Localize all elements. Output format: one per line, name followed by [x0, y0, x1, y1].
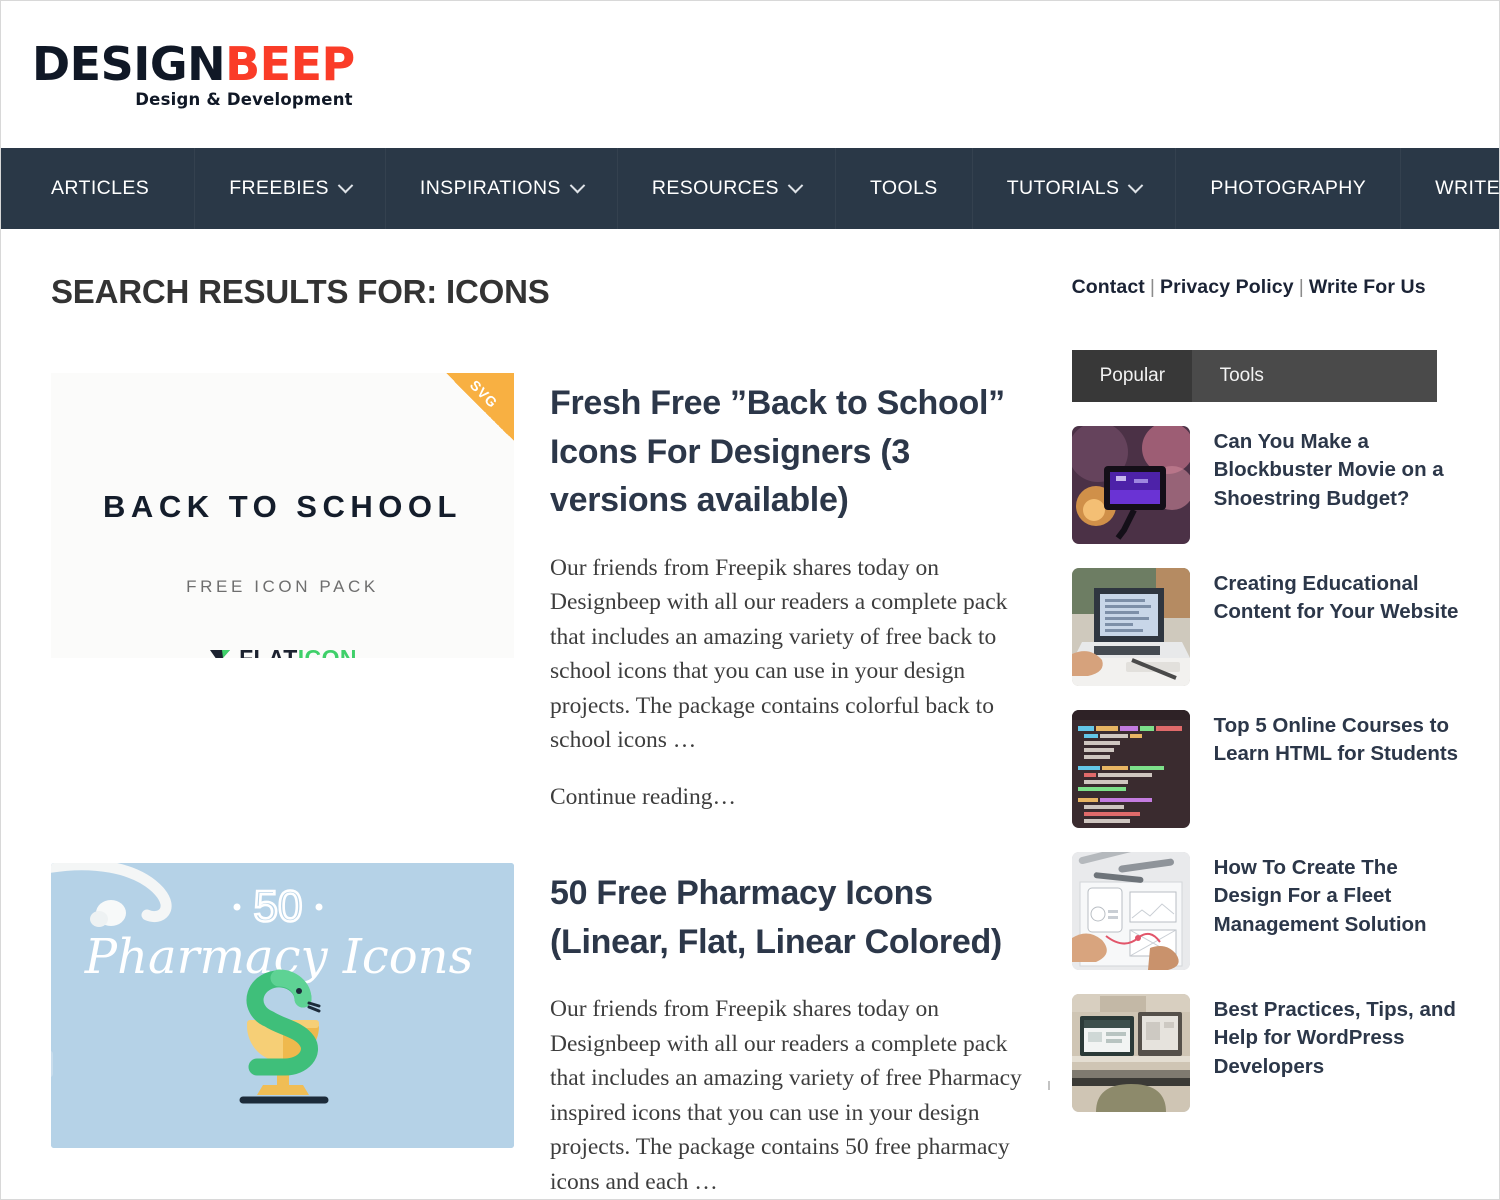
flaticon-logo: FLATICON [208, 645, 357, 658]
popular-item-title[interactable]: Best Practices, Tips, and Help for WordP… [1214, 994, 1467, 1081]
article-thumbnail-wrap[interactable]: 50 Pharmacy Icons [51, 863, 514, 1199]
nav-item-articles[interactable]: ARTICLES [1, 148, 196, 229]
article-excerpt: Our friends from Freepik shares today on… [550, 554, 1008, 754]
nav-item-write-for-us[interactable]: WRITE FOR US [1401, 148, 1500, 229]
flaticon-part2: ICON [297, 645, 357, 658]
nav-item-photography[interactable]: PHOTOGRAPHY [1176, 148, 1402, 229]
chevron-down-icon [569, 177, 586, 194]
popular-item-title[interactable]: Can You Make a Blockbuster Movie on a Sh… [1214, 426, 1467, 513]
article-thumbnail-wrap[interactable]: BACK TO SCHOOL FREE ICON PACK FLATICON S… [51, 373, 514, 811]
popular-item-title[interactable]: How To Create The Design For a Fleet Man… [1214, 852, 1467, 939]
flaticon-mark-icon [210, 649, 231, 658]
tab-tools[interactable]: Tools [1191, 350, 1437, 402]
sidebar-link-contact[interactable]: Contact [1072, 276, 1145, 298]
svg-text:50: 50 [254, 882, 303, 931]
list-item[interactable]: Creating Educational Content for Your We… [1071, 568, 1467, 686]
popular-item-title[interactable]: Creating Educational Content for Your We… [1214, 568, 1467, 627]
popular-thumbnail[interactable] [1071, 710, 1190, 828]
popular-thumbnail[interactable] [1071, 852, 1190, 970]
code-editor-photo-icon [1071, 710, 1190, 828]
article-item: BACK TO SCHOOL FREE ICON PACK FLATICON S… [51, 373, 1042, 811]
nav-item-resources[interactable]: RESOURCES [618, 148, 836, 229]
sidebar-quick-links: Contact | Privacy Policy | Write For Us [1072, 276, 1467, 299]
nav-label: WRITE FOR US [1435, 177, 1500, 199]
page-title: SEARCH RESULTS FOR: ICONS [51, 273, 550, 310]
nav-item-tools[interactable]: TOOLS [836, 148, 973, 229]
flaticon-wordmark: FLATICON [239, 645, 357, 658]
nav-item-tutorials[interactable]: TUTORIALS [973, 148, 1177, 229]
wireframe-sketch-photo-icon [1071, 852, 1190, 970]
nav-label: TOOLS [869, 177, 938, 199]
sidebar-link-write-for-us[interactable]: Write For Us [1309, 276, 1426, 298]
site-logo[interactable]: DESIGNBEEP Design & Development [32, 41, 355, 109]
page-content: SEARCH RESULTS FOR: ICONS BACK TO SCHOOL… [1, 229, 1499, 1199]
desktop-monitors-photo-icon [1071, 994, 1190, 1112]
nav-label: ARTICLES [51, 177, 150, 199]
sidebar: Contact | Privacy Policy | Write For Us Popu… [1041, 229, 1499, 1199]
article-title-link[interactable]: Fresh Free ”Back to School” Icons For De… [550, 379, 1042, 525]
logo-primary-text: DESIGN [32, 36, 226, 91]
article-body: Fresh Free ”Back to School” Icons For De… [550, 373, 1042, 811]
pharmacy-illustration: 50 Pharmacy Icons [51, 863, 514, 1149]
nav-item-freebies[interactable]: FREEBIES [195, 148, 386, 229]
nav-item-inspirations[interactable]: INSPIRATIONS [386, 148, 618, 229]
popular-thumbnail[interactable] [1071, 568, 1190, 686]
chevron-down-icon [787, 177, 804, 194]
tab-popular[interactable]: Popular [1071, 350, 1192, 402]
pharmacy-thumbnail[interactable]: 50 Pharmacy Icons [51, 863, 514, 1149]
logo-wordmark: DESIGNBEEP [32, 41, 355, 87]
list-item[interactable]: Top 5 Online Courses to Learn HTML for S… [1071, 710, 1467, 828]
camera-screen-photo-icon [1071, 426, 1190, 544]
primary-navigation: ARTICLES FREEBIES INSPIRATIONS RESOURCES… [1, 148, 1499, 229]
flaticon-part1: FLAT [239, 645, 298, 658]
site-header: DESIGNBEEP Design & Development [1, 1, 1499, 148]
nav-label: RESOURCES [651, 177, 779, 199]
nav-label: PHOTOGRAPHY [1210, 177, 1367, 199]
logo-tagline: Design & Development [135, 89, 353, 109]
popular-thumbnail[interactable] [1071, 994, 1190, 1112]
chevron-down-icon [1128, 177, 1144, 194]
popular-item-title[interactable]: Top 5 Online Courses to Learn HTML for S… [1214, 710, 1467, 769]
popular-thumbnail[interactable] [1071, 426, 1190, 544]
sidebar-tabs: Popular Tools [1071, 350, 1437, 402]
list-item[interactable]: Best Practices, Tips, and Help for WordP… [1071, 994, 1467, 1112]
list-item[interactable]: How To Create The Design For a Fleet Man… [1071, 852, 1467, 970]
main-column: SEARCH RESULTS FOR: ICONS BACK TO SCHOOL… [1, 229, 1042, 1199]
article-title-link[interactable]: 50 Free Pharmacy Icons (Linear, Flat, Li… [550, 869, 1042, 966]
laptop-desk-photo-icon [1071, 568, 1190, 686]
article-item: 50 Pharmacy Icons 50 Free Pharmacy Icons… [51, 863, 1042, 1199]
article-excerpt: Our friends from Freepik shares today on… [550, 996, 1022, 1195]
page-root: DESIGNBEEP Design & Development ARTICLES… [0, 0, 1500, 1200]
list-item[interactable]: Can You Make a Blockbuster Movie on a Sh… [1071, 426, 1467, 544]
continue-reading-link[interactable]: Continue reading… [550, 784, 1042, 811]
back-to-school-thumbnail[interactable]: BACK TO SCHOOL FREE ICON PACK FLATICON [51, 373, 514, 658]
link-separator: | [1298, 276, 1304, 298]
logo-secondary-text: BEEP [225, 36, 355, 91]
page-artifact-mark [1048, 1081, 1050, 1090]
thumbnail-heading: BACK TO SCHOOL [103, 489, 462, 524]
link-separator: | [1149, 276, 1156, 298]
nav-label: INSPIRATIONS [419, 177, 561, 199]
article-body: 50 Free Pharmacy Icons (Linear, Flat, Li… [550, 863, 1042, 1199]
thumbnail-subheading: FREE ICON PACK [186, 577, 379, 596]
chevron-down-icon [337, 177, 354, 194]
nav-label: FREEBIES [229, 177, 329, 199]
sidebar-link-privacy-policy[interactable]: Privacy Policy [1160, 276, 1294, 298]
nav-label: TUTORIALS [1006, 177, 1120, 199]
